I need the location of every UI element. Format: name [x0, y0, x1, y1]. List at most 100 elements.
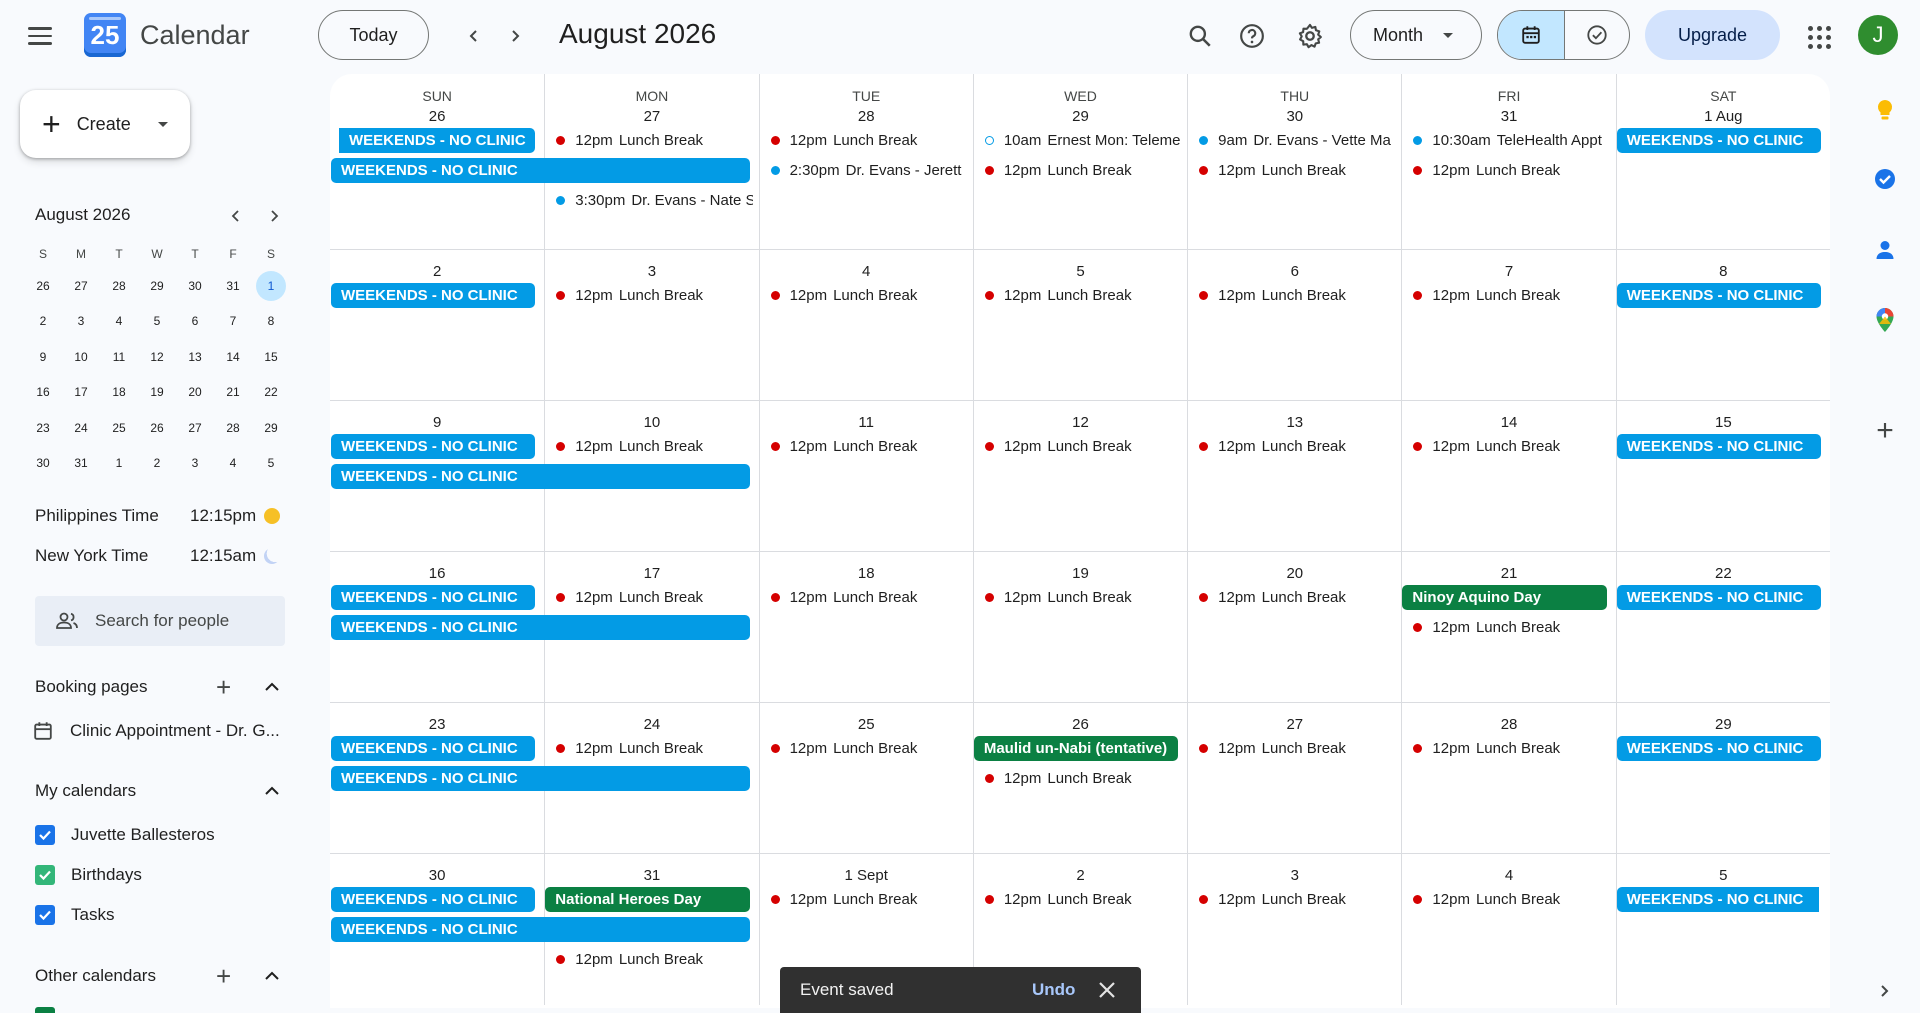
- contacts-icon[interactable]: [1872, 237, 1898, 263]
- all-day-event[interactable]: National Heroes Day: [545, 887, 750, 912]
- day-cell[interactable]: SAT 1 Aug: [1615, 74, 1830, 250]
- timed-event[interactable]: 12pm Lunch Break: [556, 434, 752, 459]
- mini-calendar-day[interactable]: 6: [176, 304, 214, 340]
- date-number[interactable]: 28: [1402, 716, 1615, 733]
- timed-event[interactable]: 12pm Lunch Break: [556, 283, 752, 308]
- day-cell[interactable]: 5: [1615, 854, 1830, 1005]
- date-number[interactable]: 11: [760, 414, 973, 431]
- mini-calendar-day[interactable]: 4: [214, 446, 252, 482]
- mini-calendar-day[interactable]: 1: [252, 268, 290, 304]
- mini-calendar-day[interactable]: 11: [100, 339, 138, 375]
- mini-calendar-day[interactable]: 18: [100, 375, 138, 411]
- search-people-input[interactable]: Search for people: [35, 596, 285, 646]
- date-number[interactable]: 10: [545, 414, 758, 431]
- mini-calendar-day[interactable]: 8: [252, 304, 290, 340]
- mini-calendar-day[interactable]: 30: [176, 268, 214, 304]
- day-cell[interactable]: 3: [1187, 854, 1401, 1005]
- mini-calendar-day[interactable]: 31: [62, 446, 100, 482]
- date-number[interactable]: 18: [760, 565, 973, 582]
- timed-event[interactable]: 9am Dr. Evans - Vette Ma: [1199, 128, 1395, 153]
- timed-event[interactable]: 12pm Lunch Break: [556, 736, 752, 761]
- mini-calendar-day[interactable]: 22: [252, 375, 290, 411]
- timed-event[interactable]: 12pm Lunch Break: [770, 585, 967, 610]
- timed-event[interactable]: 12pm Lunch Break: [984, 434, 1181, 459]
- date-number[interactable]: 5: [1617, 867, 1830, 884]
- mini-calendar-day[interactable]: 25: [100, 410, 138, 446]
- timed-event[interactable]: 12pm Lunch Break: [1413, 283, 1609, 308]
- chevron-up-icon[interactable]: [262, 677, 282, 697]
- all-day-event[interactable]: WEEKENDS - NO CLINIC: [331, 464, 750, 489]
- mini-calendar-day[interactable]: 27: [62, 268, 100, 304]
- date-number[interactable]: 1 Sept: [760, 867, 973, 884]
- next-period-button[interactable]: [497, 18, 533, 54]
- date-number[interactable]: 13: [1188, 414, 1401, 431]
- expand-side-panel-icon[interactable]: [1872, 978, 1898, 1004]
- add-other-calendar-button[interactable]: +: [216, 963, 231, 989]
- timed-event[interactable]: 12pm Lunch Break: [984, 283, 1181, 308]
- day-cell[interactable]: 28: [1401, 703, 1615, 854]
- day-cell[interactable]: 4: [1401, 854, 1615, 1005]
- day-cell[interactable]: 25: [758, 703, 973, 854]
- day-cell[interactable]: 20: [1187, 552, 1401, 703]
- day-cell[interactable]: 22: [1615, 552, 1830, 703]
- keep-icon[interactable]: [1872, 97, 1898, 123]
- mini-calendar-day[interactable]: 16: [24, 375, 62, 411]
- timed-event[interactable]: 12pm Lunch Break: [556, 128, 752, 153]
- settings-button[interactable]: [1290, 16, 1330, 56]
- mini-calendar-day[interactable]: 29: [252, 410, 290, 446]
- timed-event[interactable]: 10am Ernest Mon: Teleme: [984, 128, 1181, 153]
- all-day-event[interactable]: WEEKENDS - NO CLINIC: [1616, 283, 1821, 308]
- add-booking-page-button[interactable]: +: [216, 674, 231, 700]
- add-addon-icon[interactable]: +: [1872, 414, 1898, 447]
- date-number[interactable]: 2: [330, 263, 544, 280]
- checkbox-checked-icon[interactable]: [35, 825, 55, 845]
- all-day-event[interactable]: WEEKENDS - NO CLINIC: [331, 283, 536, 308]
- timed-event[interactable]: 12pm Lunch Break: [770, 887, 967, 912]
- date-number[interactable]: 24: [545, 716, 758, 733]
- day-cell[interactable]: 8: [1615, 250, 1830, 401]
- date-number[interactable]: 27: [1188, 716, 1401, 733]
- day-cell[interactable]: 5: [972, 250, 1187, 401]
- all-day-event[interactable]: WEEKENDS - NO CLINIC: [331, 887, 536, 912]
- date-number[interactable]: 31: [545, 867, 758, 884]
- date-number[interactable]: 26: [330, 108, 544, 125]
- date-number[interactable]: 6: [1188, 263, 1401, 280]
- date-number[interactable]: 12: [974, 414, 1187, 431]
- mini-calendar-day[interactable]: 1: [100, 446, 138, 482]
- undo-button[interactable]: Undo: [1032, 980, 1075, 1000]
- tasks-view-button[interactable]: [1563, 11, 1630, 59]
- all-day-event[interactable]: Maulid un-Nabi (tentative): [973, 736, 1179, 761]
- mini-calendar-day[interactable]: 26: [138, 410, 176, 446]
- mini-calendar-day[interactable]: 3: [62, 304, 100, 340]
- mini-calendar-day[interactable]: 14: [214, 339, 252, 375]
- timed-event[interactable]: 12pm Lunch Break: [1199, 736, 1395, 761]
- help-button[interactable]: [1232, 16, 1272, 56]
- mini-calendar-day[interactable]: 17: [62, 375, 100, 411]
- mini-calendar-day[interactable]: 28: [100, 268, 138, 304]
- all-day-event[interactable]: WEEKENDS - NO CLINIC: [331, 585, 536, 610]
- all-day-event[interactable]: WEEKENDS - NO CLINIC: [331, 917, 750, 942]
- date-number[interactable]: 29: [974, 108, 1187, 125]
- view-selector-dropdown[interactable]: Month: [1350, 10, 1482, 60]
- day-cell[interactable]: 6: [1187, 250, 1401, 401]
- all-day-event[interactable]: WEEKENDS - NO CLINIC: [331, 736, 536, 761]
- day-cell[interactable]: 18: [758, 552, 973, 703]
- mini-calendar-day[interactable]: 19: [138, 375, 176, 411]
- mini-calendar-day[interactable]: 27: [176, 410, 214, 446]
- timed-event[interactable]: 12pm Lunch Break: [1413, 887, 1609, 912]
- timed-event[interactable]: 12pm Lunch Break: [1199, 158, 1395, 183]
- upgrade-button[interactable]: Upgrade: [1645, 10, 1780, 60]
- mini-calendar-prev-button[interactable]: [223, 203, 249, 229]
- chevron-up-icon[interactable]: [262, 966, 282, 986]
- timed-event[interactable]: 12pm Lunch Break: [1199, 887, 1395, 912]
- date-number[interactable]: 2: [974, 867, 1187, 884]
- timed-event[interactable]: 12pm Lunch Break: [1413, 615, 1609, 640]
- day-cell[interactable]: 29: [1615, 703, 1830, 854]
- all-day-event[interactable]: WEEKENDS - NO CLINIC: [331, 615, 750, 640]
- main-menu-icon[interactable]: [28, 22, 62, 50]
- timed-event[interactable]: 12pm Lunch Break: [1199, 585, 1395, 610]
- chevron-up-icon[interactable]: [262, 781, 282, 801]
- calendar-item-birthdays[interactable]: Birthdays: [35, 865, 142, 885]
- calendar-item-juvette[interactable]: Juvette Ballesteros: [35, 825, 215, 845]
- all-day-event[interactable]: WEEKENDS - NO CLINIC: [1616, 128, 1821, 153]
